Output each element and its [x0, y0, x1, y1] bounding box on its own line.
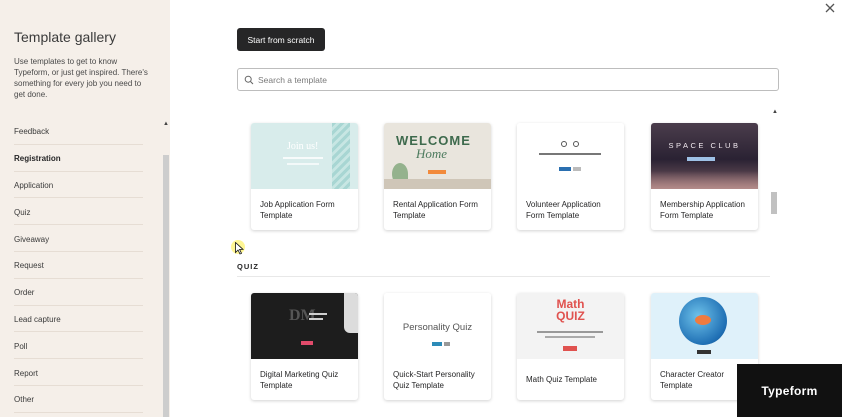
sidebar-title: Template gallery: [14, 29, 116, 45]
thumbnail-caption-secondary: Home: [416, 146, 448, 161]
template-card-math-quiz[interactable]: Math QUIZ Math Quiz Template: [517, 293, 624, 400]
main-scroll-up-arrow[interactable]: ▲: [772, 109, 778, 115]
section-divider: [237, 276, 770, 277]
template-thumbnail: SPACE CLUB: [651, 123, 758, 189]
template-title: Job Application Form Template: [260, 199, 335, 220]
sidebar-item-registration[interactable]: Registration: [14, 145, 143, 172]
sidebar-item-application[interactable]: Application: [14, 172, 143, 199]
template-card-job-application[interactable]: Join us! Job Application Form Template: [251, 123, 358, 230]
template-thumbnail: Join us!: [251, 123, 358, 189]
sidebar-scrollbar-thumb[interactable]: [163, 155, 169, 417]
template-card-personality-quiz[interactable]: Personality Quiz Quick-Start Personality…: [384, 293, 491, 400]
template-title: Rental Application Form Template: [393, 199, 478, 220]
template-title: Membership Application Form Template: [660, 199, 745, 220]
sidebar-item-giveaway[interactable]: Giveaway: [14, 225, 143, 252]
sidebar-item-lead-capture[interactable]: Lead capture: [14, 306, 143, 333]
typeform-watermark-logo: Typeform: [737, 364, 842, 417]
sidebar-item-poll[interactable]: Poll: [14, 332, 143, 360]
category-list: Feedback Registration Application Quiz G…: [14, 118, 143, 413]
sidebar-item-order[interactable]: Order: [14, 279, 143, 306]
sidebar-item-report[interactable]: Report: [14, 359, 143, 386]
main-scrollbar-thumb[interactable]: [771, 192, 777, 214]
search-box[interactable]: [237, 68, 779, 91]
sidebar-scroll-up-arrow[interactable]: ▲: [163, 121, 169, 127]
thumbnail-caption: Join us!: [287, 141, 319, 152]
template-card-rental-application[interactable]: WELCOME Home Rental Application Form Tem…: [384, 123, 491, 230]
template-card-membership-application[interactable]: SPACE CLUB Membership Application Form T…: [651, 123, 758, 230]
start-from-scratch-button[interactable]: Start from scratch: [237, 28, 325, 51]
thumbnail-caption: Personality Quiz: [402, 322, 473, 333]
template-title: Volunteer Application Form Template: [526, 199, 601, 220]
template-card-digital-marketing-quiz[interactable]: DM Digital Marketing Quiz Template: [251, 293, 358, 400]
template-thumbnail: WELCOME Home: [384, 123, 491, 189]
sidebar-item-other[interactable]: Other: [14, 386, 143, 413]
template-title: Quick-Start Personality Quiz Template: [393, 369, 475, 390]
section-label-quiz: QUIZ: [237, 262, 259, 271]
template-thumbnail: [651, 293, 758, 359]
search-input[interactable]: [258, 74, 758, 85]
template-title: Math Quiz Template: [526, 375, 597, 384]
template-thumbnail: [517, 123, 624, 189]
template-thumbnail: Math QUIZ: [517, 293, 624, 359]
sidebar-item-quiz[interactable]: Quiz: [14, 198, 143, 226]
cursor-icon: [231, 240, 249, 257]
sidebar-item-feedback[interactable]: Feedback: [14, 118, 143, 145]
template-title: Digital Marketing Quiz Template: [260, 369, 339, 390]
thumbnail-caption: SPACE CLUB: [668, 141, 741, 150]
template-card-volunteer-application[interactable]: Volunteer Application Form Template: [517, 123, 624, 230]
sidebar: Template gallery Use templates to get to…: [0, 0, 170, 417]
close-icon[interactable]: [824, 2, 836, 14]
sidebar-item-request[interactable]: Request: [14, 252, 143, 279]
template-thumbnail: Personality Quiz: [384, 293, 491, 359]
sidebar-description: Use templates to get to know Typeform, o…: [14, 57, 148, 99]
thumbnail-caption: Math QUIZ: [556, 297, 585, 323]
watermark-text: Typeform: [761, 383, 818, 398]
search-icon: [244, 75, 254, 85]
template-thumbnail: DM: [251, 293, 358, 359]
